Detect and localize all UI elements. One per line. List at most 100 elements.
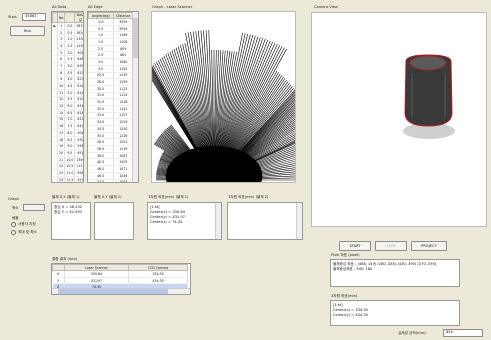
all-edge-row[interactable]: 36.0 1201 (88, 138, 135, 147)
all-edge-row[interactable]: 35.0 1226 (88, 132, 135, 140)
all-data-cell: 6.5 (64, 109, 76, 117)
all-data-row[interactable]: 21 10.0 1396 (52, 156, 83, 164)
all-edge-row[interactable]: 1.5 1108 (88, 38, 135, 46)
radio-auto-label: 최대 및 최소 (18, 230, 37, 234)
all-data-row[interactable]: 8 3.5 823 (52, 69, 83, 77)
all-edge-row[interactable]: 2.5 861 (88, 51, 135, 60)
all-edge-cell: 1229 (113, 118, 135, 126)
all-data-header-2[interactable] (64, 12, 76, 23)
all-data-cell: 1 (57, 22, 66, 30)
all-edge-cell: 1071 (113, 165, 135, 173)
all-data-row[interactable]: 11 5.0 814 (52, 89, 83, 97)
all-edge-row[interactable]: 3.0 1080 (88, 58, 135, 66)
all-edge-row[interactable]: 33.0 1157 (88, 112, 135, 120)
all-edge-row[interactable]: 36.5 1139 (88, 145, 135, 153)
all-edge-row[interactable]: 31.5 1128 (88, 98, 135, 106)
camera-view (311, 12, 487, 227)
run-button[interactable]: Run (10, 26, 45, 36)
radio-auto[interactable] (11, 230, 16, 235)
all-data-row[interactable]: 23 11.0 994 (52, 169, 83, 177)
all-data-cell: 19 (57, 142, 66, 151)
all-data-row[interactable]: 17 8.0 904 (52, 129, 83, 137)
all-data-row[interactable]: 3 1.0 1308 (52, 35, 83, 44)
all-edge-cell: 1123 (113, 85, 135, 93)
all-data-cell: 3837 (74, 22, 83, 30)
all-edge-row[interactable]: 34.0 1229 (88, 118, 135, 126)
axis-input[interactable] (23, 204, 45, 211)
info3-line-1: Center(x) = 330.84 (150, 210, 185, 214)
all-data-row[interactable]: 22 10.5 1151 (52, 162, 83, 171)
all-edge-row[interactable]: 42.5 1005 (88, 158, 135, 167)
stop-button[interactable]: STOP (375, 241, 407, 251)
all-data-cell: 11.5 (64, 176, 76, 182)
all-data-cell: 2.0 (64, 49, 76, 57)
all-data-row[interactable]: 19 9.0 936 (52, 142, 83, 151)
all-edge-row[interactable]: 3.5 1155 (88, 65, 135, 73)
all-edge-row[interactable]: 34.5 1250 (88, 125, 135, 133)
all-edge-cell: 31.0 (88, 92, 114, 100)
result-cell: 334.30 (128, 270, 188, 278)
all-data-cell: 6.0 (64, 102, 76, 110)
all-edge-row[interactable]: 46.0 1071 (88, 165, 135, 173)
all-data-row[interactable]: 9 4.0 823 (52, 76, 83, 84)
all-edge-row[interactable]: 47.0 1093 (88, 179, 135, 182)
all-data-header-3[interactable]: Data 값 (74, 12, 83, 23)
all-edge-cell: 30.0 (88, 85, 114, 93)
all-edge-row[interactable]: 2.0 809 (88, 45, 135, 53)
all-data-row[interactable]: ▶ 1 0.0 3837 (52, 22, 83, 30)
all-data-row[interactable]: 12 5.5 812 (52, 96, 83, 104)
start-input[interactable]: 35863 (22, 13, 46, 21)
all-edge-row[interactable]: 0.5 3554 (88, 25, 135, 33)
all-edge-row[interactable]: 1.0 1189 (88, 31, 135, 40)
depth-input[interactable]: 850 (443, 329, 483, 337)
result-row[interactable]: X 330.84 334.30 (52, 270, 188, 278)
all-edge-row[interactable]: 31.0 1124 (88, 92, 135, 100)
all-edge-table[interactable]: Angle(deg) Distance -0.5 3559 0.5 3554 1.0 118… (87, 11, 139, 183)
all-edge-row[interactable]: 30.0 1123 (88, 85, 135, 93)
start-button[interactable]: START (339, 241, 371, 251)
all-data-row[interactable]: 14 6.5 814 (52, 109, 83, 117)
all-data-row[interactable]: 2 0.5 3834 (52, 29, 83, 37)
all-data-cell: 6 (57, 55, 66, 64)
all-edge-row[interactable]: 25.5 1135 (88, 72, 135, 80)
all-data-table[interactable]: No Data 값 ▶ 1 0.0 3837 2 0.5 3834 3 1.0 1308 4 1.5 11… (51, 11, 84, 183)
all-edge-row[interactable]: -0.5 3559 (88, 18, 135, 26)
result-row[interactable]: Y 431.97 434.30 (52, 277, 188, 285)
all-edge-scrollbar[interactable] (132, 12, 138, 182)
start-label: Start (8, 15, 17, 19)
info4-scrollbar[interactable] (296, 203, 302, 239)
all-data-row[interactable]: 4 1.5 1190 (52, 42, 83, 50)
all-edge-cell: 1108 (113, 38, 135, 46)
info3-scrollbar[interactable] (215, 203, 221, 239)
all-edge-cell: 1139 (113, 145, 135, 153)
radio-manual[interactable] (11, 222, 16, 227)
coord-line-0: [1:st] (333, 303, 343, 307)
all-edge-cell: 35.0 (88, 132, 114, 140)
all-edge-row[interactable]: 46.5 1046 (88, 172, 135, 180)
all-data-row[interactable]: 7 3.0 839 (52, 62, 83, 70)
all-data-row[interactable]: 6 2.5 848 (52, 55, 83, 64)
all-data-row[interactable]: 15 7.0 812 (52, 116, 83, 124)
all-data-row[interactable]: 16 7.5 843 (52, 122, 83, 130)
all-data-cell: 909 (74, 49, 83, 57)
info1-line-1: 중심 Y = 32.030 (54, 210, 82, 214)
all-data-row[interactable]: 20 9.5 951 (52, 149, 83, 157)
all-data-row[interactable]: 13 6.0 814 (52, 102, 83, 110)
all-data-row[interactable]: 10 4.5 814 (52, 82, 83, 90)
all-edge-row[interactable]: 38.0 1087 (88, 152, 135, 160)
radio-manual-label: 사용자 지정 (18, 222, 36, 226)
all-data-cell: 9 (57, 76, 66, 84)
all-data-row[interactable]: 5 2.0 909 (52, 49, 83, 57)
all-edge-row[interactable]: 26.0 1139 (88, 78, 135, 86)
all-data-cell: 4.5 (64, 82, 76, 90)
all-data-header-1[interactable]: No (56, 12, 66, 23)
project-button[interactable]: PROJECT (411, 241, 447, 251)
result-scrollbar[interactable] (52, 288, 190, 294)
all-data-row[interactable]: 24 11.5 957 (52, 176, 83, 182)
info4-title: 3차원 좌표(mm) (물체 2) (228, 195, 269, 199)
result-table[interactable]: Laser Scanner CCD Camera X 330.84 334.30 Y 43… (51, 263, 191, 295)
all-edge-row[interactable]: 32.0 1141 (88, 105, 135, 113)
all-data-row[interactable]: 18 8.5 930 (52, 136, 83, 144)
all-data-title: All Data (52, 5, 67, 9)
all-data-cell: 17 (57, 129, 66, 137)
